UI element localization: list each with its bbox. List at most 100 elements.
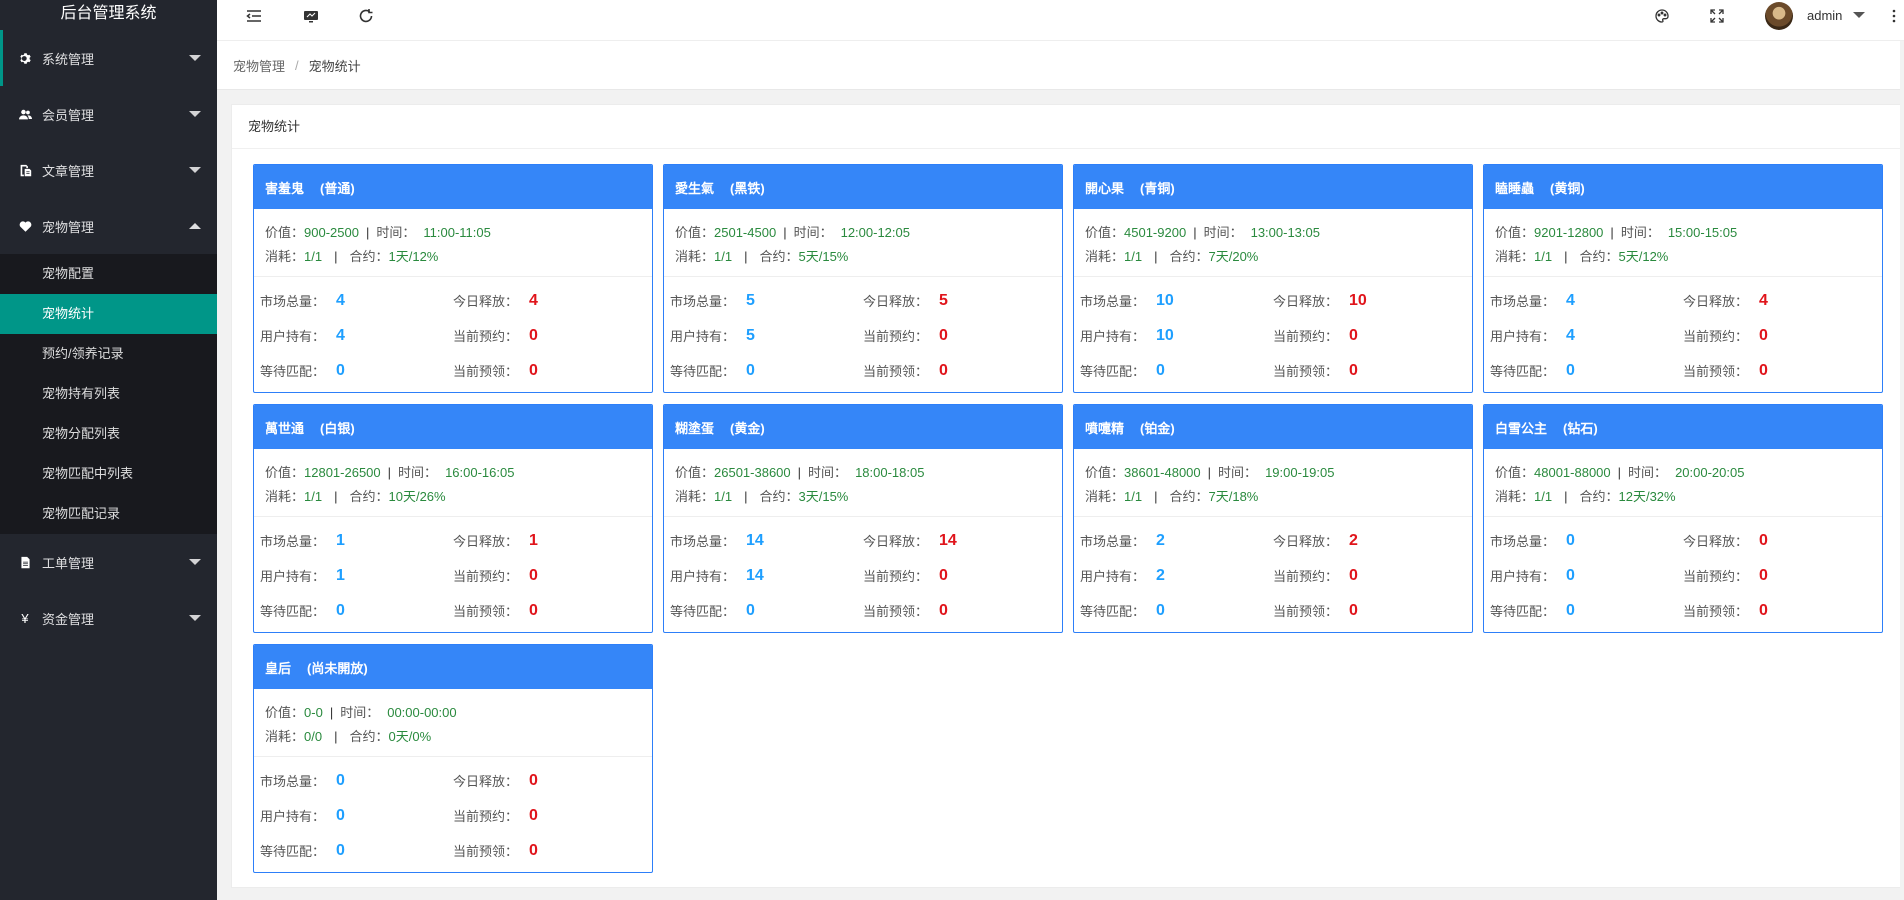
stat-row: 用户持有： 10 当前预约： 0 [1080, 318, 1466, 353]
user-hold-label: 用户持有： [260, 569, 326, 584]
sidebar-item-members[interactable]: 会员管理 [0, 86, 217, 142]
time-label: 时间： [398, 465, 438, 480]
stat-row: 等待匹配： 0 当前预领： 0 [1080, 593, 1466, 628]
user-hold-label: 用户持有： [1490, 329, 1556, 344]
current-claim-value: 0 [1349, 601, 1358, 619]
sidebar-subitem-holding-list[interactable]: 宠物持有列表 [0, 374, 217, 414]
pet-card-info: 价值：12801-26500 | 时间： 16:00-16:05 消耗：1/1 | 合约：… [254, 449, 652, 517]
current-reserve-value: 0 [939, 566, 948, 584]
sidebar-item-articles[interactable]: 文章管理 [0, 142, 217, 198]
current-claim-value: 0 [939, 601, 948, 619]
contract-label: 合约： [759, 249, 799, 264]
separator: | [1154, 249, 1158, 264]
info-row-consume-contract: 消耗：1/1 | 合约：7天/20% [1085, 245, 1461, 269]
chevron-down-icon[interactable] [1853, 12, 1865, 18]
pet-time: 18:00-18:05 [855, 465, 925, 480]
user-hold-value: 0 [1566, 566, 1575, 584]
pet-card-grid: 害羞鬼 (普通) 价值：900-2500 | 时间： 11:00-11:05 消耗：1… [253, 164, 1883, 873]
value-label: 价值： [675, 465, 715, 480]
pet-card: 皇后 (尚未開放) 价值：0-0 | 时间： 00:00-00:00 消耗：0/0 | 合… [253, 644, 653, 873]
today-release-value: 14 [939, 531, 957, 549]
pet-card: 白雪公主 (钻石) 价值：48001-88000 | 时间： 20:00-20:05 … [1483, 404, 1883, 633]
user-hold-label: 用户持有： [260, 809, 326, 824]
pet-card-header: 白雪公主 (钻石) [1484, 405, 1882, 449]
today-release-label: 今日释放： [863, 294, 929, 309]
user-hold-value: 2 [1156, 566, 1165, 584]
pet-card-header: 瞌睡蟲 (黄铜) [1484, 165, 1882, 209]
pet-card: 糊塗蛋 (黄金) 价值：26501-38600 | 时间： 18:00-18:05 消… [663, 404, 1063, 633]
breadcrumb-parent[interactable]: 宠物管理 [233, 56, 285, 75]
pet-level: (黑铁) [730, 180, 765, 196]
avatar[interactable] [1765, 2, 1793, 30]
current-reserve-value: 0 [1349, 566, 1358, 584]
separator: | [334, 489, 338, 504]
pet-card: 萬世通 (白银) 价值：12801-26500 | 时间： 16:00-16:05 消… [253, 404, 653, 633]
contract-label: 合约： [349, 249, 389, 264]
sidebar-subitem-pet-config[interactable]: 宠物配置 [0, 254, 217, 294]
consume-label: 消耗： [265, 249, 305, 264]
separator: | [365, 225, 370, 240]
separator: | [1207, 465, 1212, 480]
separator: | [1193, 225, 1197, 240]
current-reserve-label: 当前预约： [453, 809, 519, 824]
current-claim-label: 当前预领： [453, 604, 519, 619]
current-reserve-label: 当前预约： [453, 569, 519, 584]
username[interactable]: admin [1807, 8, 1842, 23]
info-row-value-time: 价值：9201-12800 | 时间： 15:00-15:05 [1495, 221, 1871, 245]
today-release-value: 4 [1759, 291, 1768, 309]
today-release-value: 2 [1349, 531, 1358, 549]
fullscreen-icon[interactable] [1707, 6, 1727, 26]
current-claim-value: 0 [1759, 361, 1768, 379]
theme-palette-icon[interactable] [1652, 6, 1672, 26]
sidebar-item-funds[interactable]: ¥ 资金管理 [0, 590, 217, 646]
stat-row: 用户持有： 0 当前预约： 0 [1490, 558, 1876, 593]
today-release-label: 今日释放： [1683, 534, 1749, 549]
today-release-value: 0 [529, 771, 538, 789]
today-release-label: 今日释放： [1273, 294, 1339, 309]
pet-consume: 1/1 [714, 489, 733, 504]
pet-name: 白雪公主 [1495, 420, 1548, 436]
sidebar-subitem-allocation-list[interactable]: 宠物分配列表 [0, 414, 217, 454]
waiting-match-label: 等待匹配： [1490, 364, 1556, 379]
top-header: admin [217, 0, 1904, 41]
contract-label: 合约： [759, 489, 799, 504]
market-total-label: 市场总量： [670, 294, 736, 309]
sidebar-subitem-pet-stats[interactable]: 宠物统计 [0, 294, 217, 334]
current-claim-value: 0 [1759, 601, 1768, 619]
sidebar-item-tickets[interactable]: 工单管理 [0, 534, 217, 590]
contract-label: 合约： [1579, 249, 1619, 264]
sidebar-item-system[interactable]: 系统管理 [0, 30, 217, 86]
panel-title: 宠物统计 [232, 105, 1903, 149]
user-hold-value: 0 [336, 806, 345, 824]
sidebar-subitem-match-records[interactable]: 宠物匹配记录 [0, 494, 217, 534]
waiting-match-label: 等待匹配： [670, 364, 736, 379]
current-claim-label: 当前预领： [453, 364, 519, 379]
current-reserve-value: 0 [529, 326, 538, 344]
pet-level: (尚未開放) [307, 660, 368, 676]
sidebar-subitem-reserve-records[interactable]: 预约/领养记录 [0, 334, 217, 374]
sidebar-item-pets[interactable]: 宠物管理 [0, 198, 217, 254]
consume-label: 消耗： [265, 729, 305, 744]
stat-row: 市场总量： 4 今日释放： 4 [260, 283, 646, 318]
pet-value: 4501-9200 [1124, 225, 1187, 240]
pet-consume: 1/1 [1534, 249, 1553, 264]
waiting-match-value: 0 [746, 601, 755, 619]
breadcrumb-current: 宠物统计 [308, 58, 361, 74]
refresh-icon[interactable] [356, 6, 376, 26]
market-total-value: 0 [336, 771, 345, 789]
today-release-label: 今日释放： [863, 534, 929, 549]
pet-card: 瞌睡蟲 (黄铜) 价值：9201-12800 | 时间： 15:00-15:05 消耗… [1483, 164, 1883, 393]
scrollbar[interactable] [1900, 41, 1904, 900]
user-hold-value: 1 [336, 566, 345, 584]
pet-value: 12801-26500 [304, 465, 381, 480]
pet-consume: 1/1 [1534, 489, 1553, 504]
sidebar-subitem-matching-list[interactable]: 宠物匹配中列表 [0, 454, 217, 494]
sidebar-item-label: 会员管理 [42, 107, 95, 123]
waiting-match-value: 0 [336, 841, 345, 859]
pet-level: (铂金) [1140, 420, 1175, 436]
more-vertical-icon[interactable] [1884, 6, 1904, 26]
pet-card-stats: 市场总量： 4 今日释放： 4 用户持有： 4 当前预约： 0 等待匹配： 0 当前预领：… [254, 277, 652, 388]
monitor-icon[interactable] [301, 6, 321, 26]
stat-row: 市场总量： 5 今日释放： 5 [670, 283, 1056, 318]
menu-collapse-icon[interactable] [244, 6, 264, 26]
